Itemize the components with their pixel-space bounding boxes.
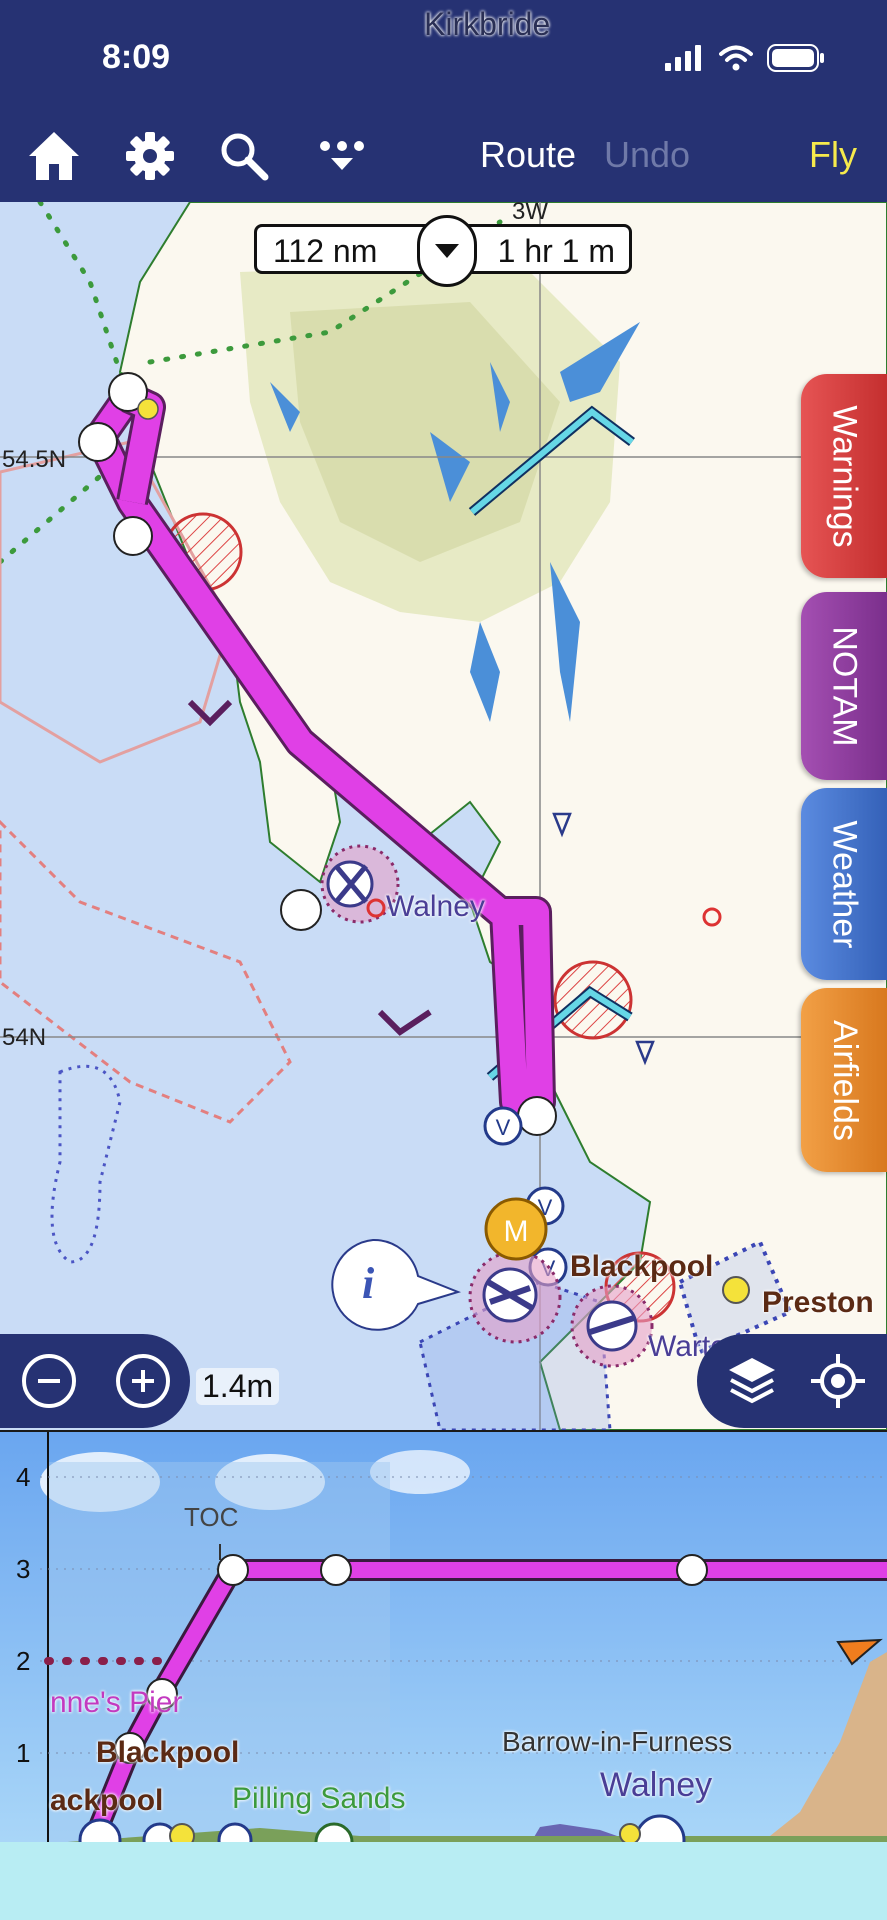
map-scale: 1.4m bbox=[196, 1368, 280, 1405]
route-summary[interactable]: 112 nm 1 hr 1 m bbox=[254, 215, 632, 287]
layers-icon[interactable] bbox=[723, 1352, 781, 1410]
undo-button[interactable]: Undo bbox=[604, 134, 690, 176]
more-icon[interactable] bbox=[314, 128, 370, 184]
svg-text:M: M bbox=[504, 1215, 529, 1248]
home-icon[interactable] bbox=[26, 128, 82, 184]
route-duration: 1 hr 1 m bbox=[497, 233, 615, 269]
profile-y-label-4: 4 bbox=[16, 1462, 31, 1492]
zoom-in-button[interactable] bbox=[116, 1354, 170, 1408]
zoom-controls bbox=[0, 1334, 190, 1428]
tab-weather[interactable]: Weather bbox=[801, 788, 887, 980]
bottom-strip bbox=[0, 1842, 887, 1920]
place-blackpool: Blackpool bbox=[570, 1250, 714, 1283]
route-summary-toggle[interactable] bbox=[417, 215, 477, 287]
tab-airfields-label: Airfields bbox=[825, 1019, 864, 1141]
profile-y-label-2: 2 bbox=[16, 1646, 31, 1676]
profile-y-label-1: 1 bbox=[16, 1738, 31, 1768]
map-view[interactable]: V V V M i 112 nm 1 hr 1 m 3W 54.5N bbox=[0, 202, 887, 1430]
gear-icon[interactable] bbox=[122, 128, 178, 184]
tab-weather-label: Weather bbox=[825, 820, 864, 948]
tab-warnings-label: Warnings bbox=[825, 404, 864, 548]
place-preston: Preston bbox=[762, 1286, 874, 1319]
locate-icon[interactable] bbox=[809, 1352, 867, 1410]
info-icon: i bbox=[362, 1259, 375, 1308]
profile-y-label-3: 3 bbox=[16, 1554, 31, 1584]
lat-label-54: 54N bbox=[2, 1024, 47, 1051]
lat-label-54-5: 54.5N bbox=[2, 446, 67, 473]
minus-icon bbox=[38, 1379, 60, 1383]
toolbar: Route Undo Fly bbox=[0, 120, 887, 190]
plus-icon bbox=[132, 1370, 154, 1392]
tab-notam[interactable]: NOTAM bbox=[801, 592, 887, 780]
map-controls-right bbox=[697, 1334, 887, 1428]
place-kirkbride: Kirkbride bbox=[424, 6, 551, 42]
info-callout[interactable]: i bbox=[326, 1238, 466, 1332]
profile-label-pier: nne's Pier bbox=[50, 1686, 183, 1719]
vertical-profile[interactable]: 4 3 2 1 TOC nne's Pier Blackpool ackpool… bbox=[0, 1430, 887, 1842]
place-walney: Walney bbox=[386, 890, 485, 923]
tab-warnings[interactable]: Warnings bbox=[801, 374, 887, 578]
zoom-out-button[interactable] bbox=[22, 1354, 76, 1408]
profile-label-blackpool-2: ackpool bbox=[50, 1784, 164, 1817]
svg-text:V: V bbox=[496, 1115, 511, 1140]
status-time: 8:09 bbox=[102, 38, 171, 76]
battery-icon bbox=[767, 44, 824, 72]
tab-airfields[interactable]: Airfields bbox=[801, 988, 887, 1172]
lon-label: 3W bbox=[512, 202, 548, 225]
fly-button[interactable]: Fly bbox=[809, 134, 857, 176]
profile-graph bbox=[40, 1432, 887, 1842]
profile-label-blackpool: Blackpool bbox=[96, 1736, 240, 1769]
cellular-signal-icon bbox=[665, 45, 701, 71]
toc-label: TOC bbox=[184, 1502, 239, 1532]
route-distance: 112 nm bbox=[273, 233, 378, 269]
route-button[interactable]: Route bbox=[480, 134, 576, 176]
tab-notam-label: NOTAM bbox=[825, 625, 864, 747]
search-icon[interactable] bbox=[216, 128, 272, 184]
wifi-icon bbox=[719, 45, 753, 71]
profile-label-walney: Walney bbox=[600, 1766, 713, 1804]
chevron-down-icon bbox=[435, 244, 459, 258]
profile-label-barrow: Barrow-in-Furness bbox=[502, 1726, 733, 1757]
profile-label-pilling-sands: Pilling Sands bbox=[232, 1782, 406, 1815]
status-icons bbox=[665, 44, 825, 72]
